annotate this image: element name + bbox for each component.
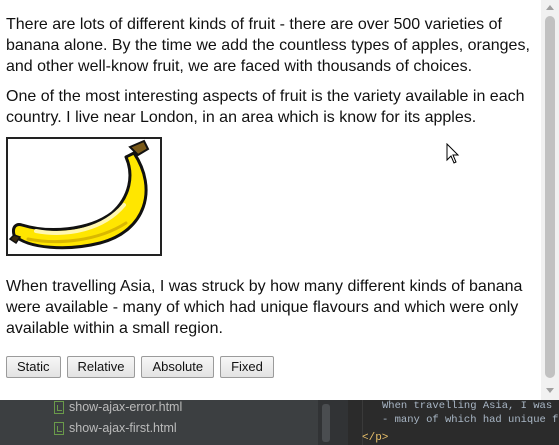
fixed-button[interactable]: Fixed (220, 356, 274, 378)
html-file-icon (54, 421, 64, 435)
paragraph-asia: When travelling Asia, I was struck by ho… (6, 278, 523, 337)
mouse-pointer-icon (446, 143, 460, 164)
file-name: show-ajax-error.html (69, 400, 183, 414)
file-panel-scroll-thumb[interactable] (322, 404, 330, 442)
file-panel-scrollbar[interactable] (318, 400, 348, 445)
position-button-row: Static Relative Absolute Fixed (6, 356, 535, 378)
closing-tag: </p> (362, 432, 389, 444)
banana-image (6, 137, 162, 256)
browser-viewport: There are lots of different kinds of fru… (0, 0, 541, 400)
scroll-down-icon[interactable] (546, 388, 554, 393)
paragraph-intro: There are lots of different kinds of fru… (6, 16, 530, 75)
paragraph-london: One of the most interesting aspects of f… (6, 88, 525, 126)
code-line: - many of which had unique fl (382, 414, 559, 426)
page-content: There are lots of different kinds of fru… (0, 0, 541, 378)
file-name: show-ajax-first.html (69, 421, 177, 435)
code-editor[interactable]: When travelling Asia, I was s - many of … (348, 400, 559, 445)
file-item[interactable]: show-ajax-first.html (54, 421, 177, 435)
page-scrollbar[interactable] (541, 0, 559, 400)
html-file-icon (54, 400, 64, 414)
scroll-up-icon[interactable] (546, 5, 554, 10)
banana-illustration (8, 139, 150, 250)
editor-gutter (348, 400, 363, 445)
scrollbar-thumb[interactable] (545, 16, 555, 378)
absolute-button[interactable]: Absolute (141, 356, 215, 378)
code-line: When travelling Asia, I was s (382, 400, 559, 412)
project-file-panel: show-ajax-error.html show-ajax-first.htm… (0, 400, 318, 445)
static-button[interactable]: Static (6, 356, 61, 378)
ide-background: show-ajax-error.html show-ajax-first.htm… (0, 400, 559, 445)
file-item[interactable]: show-ajax-error.html (54, 400, 182, 414)
relative-button[interactable]: Relative (66, 356, 136, 378)
